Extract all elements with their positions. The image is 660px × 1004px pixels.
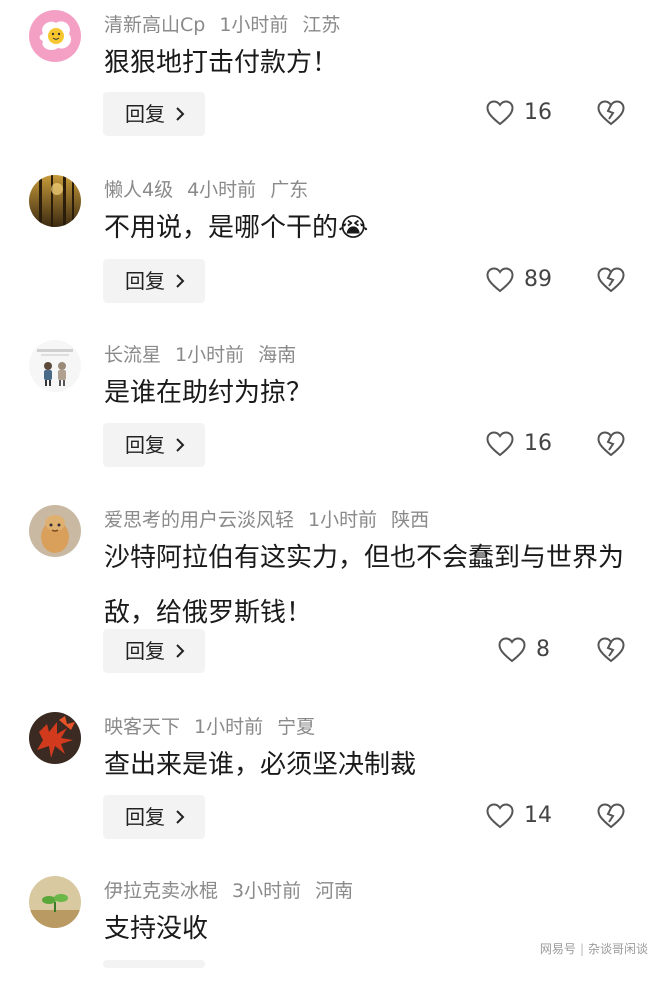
forest-avatar-icon (29, 175, 81, 227)
comment-location: 江苏 (302, 14, 341, 36)
comment-text-content: 不用说，是哪个干的 (104, 213, 339, 243)
comment-actions: 回复 89 (0, 259, 660, 303)
comment-meta: 爱思考的用户云淡风轻 1小时前 陕西 (104, 506, 443, 534)
dislike-button[interactable] (597, 803, 625, 829)
heart-icon (486, 431, 514, 457)
broken-heart-icon (597, 100, 625, 126)
heart-icon (486, 100, 514, 126)
comment-location: 宁夏 (277, 716, 316, 738)
chevron-right-icon (176, 810, 185, 824)
username[interactable]: 长流星 (104, 344, 161, 366)
sprout-avatar-icon (29, 876, 81, 928)
broken-heart-icon (597, 267, 625, 293)
comment-meta: 长流星 1小时前 海南 (104, 341, 310, 369)
watermark-brand: 网易号 (539, 942, 576, 956)
comment-meta: 清新高山Cp 1小时前 江苏 (104, 11, 354, 39)
comment-time: 1小时前 (194, 716, 264, 738)
avatar[interactable] (29, 505, 81, 557)
comment-actions: 回复 14 (0, 795, 660, 839)
watermark-separator: | (579, 942, 584, 956)
reply-button[interactable]: 回复 (103, 423, 205, 467)
comment-actions: 回复 16 (0, 423, 660, 467)
watermark: 网易号 | 杂谈哥闲谈 (540, 940, 648, 957)
avatar[interactable] (29, 175, 81, 227)
dislike-button[interactable] (597, 267, 625, 293)
reply-label: 回复 (125, 102, 165, 126)
username[interactable]: 伊拉克卖冰棍 (104, 880, 218, 902)
fried-egg-avatar-icon (29, 10, 81, 62)
comment-time: 4小时前 (187, 179, 257, 201)
reply-button[interactable]: 回复 (103, 795, 205, 839)
comment-text: 沙特阿拉伯有这实力，但也不会蠢到与世界为敌，给俄罗斯钱！ (104, 543, 625, 628)
heart-icon (486, 803, 514, 829)
like-count: 16 (524, 100, 552, 125)
broken-heart-icon (597, 637, 625, 663)
dislike-button[interactable] (597, 431, 625, 457)
chevron-right-icon (176, 107, 185, 121)
comment-time: 1小时前 (175, 344, 245, 366)
reply-label: 回复 (125, 805, 165, 829)
reply-button[interactable]: 回复 (103, 92, 205, 136)
chevron-right-icon (176, 438, 185, 452)
reply-button[interactable]: 回复 (103, 259, 205, 303)
username[interactable]: 懒人4级 (104, 179, 173, 201)
username[interactable]: 映客天下 (104, 716, 180, 738)
reply-label: 回复 (125, 269, 165, 293)
like-count: 14 (524, 803, 552, 828)
comment-actions: 回复 16 (0, 92, 660, 136)
comment-location: 陕西 (391, 509, 430, 531)
like-count: 16 (524, 431, 552, 456)
comment-text: 是谁在助纣为掠？ (104, 378, 313, 408)
username[interactable]: 爱思考的用户云淡风轻 (104, 509, 294, 531)
avatar[interactable] (29, 340, 81, 392)
chevron-right-icon (176, 644, 185, 658)
comment-text: 查出来是谁，必须坚决制裁 (104, 750, 417, 780)
like-count: 8 (536, 637, 550, 662)
reply-label: 回复 (125, 639, 165, 663)
comment-time: 1小时前 (219, 14, 289, 36)
comment-actions (0, 960, 660, 1004)
username[interactable]: 清新高山Cp (104, 14, 205, 36)
comment-time: 3小时前 (232, 880, 302, 902)
dislike-button[interactable] (597, 100, 625, 126)
comment-meta: 伊拉克卖冰棍 3小时前 河南 (104, 877, 367, 905)
reply-label: 回复 (125, 433, 165, 457)
dislike-button[interactable] (597, 637, 625, 663)
reply-button[interactable] (103, 960, 205, 968)
comment-time: 1小时前 (308, 509, 378, 531)
comment-text: 狠狠地打击付款方！ (104, 48, 339, 78)
cartoon-face-avatar-icon (29, 505, 81, 557)
crying-laughing-emoji: 😭 (338, 213, 369, 243)
broken-heart-icon (597, 803, 625, 829)
like-count: 89 (524, 267, 552, 292)
avatar[interactable] (29, 10, 81, 62)
comment-location: 海南 (258, 344, 297, 366)
comment-text: 不用说，是哪个干的😭 (104, 209, 644, 247)
comment-location: 广东 (270, 179, 309, 201)
comment-meta: 映客天下 1小时前 宁夏 (104, 713, 329, 741)
heart-icon (486, 267, 514, 293)
comment-location: 河南 (315, 880, 354, 902)
avatar[interactable] (29, 712, 81, 764)
chevron-right-icon (176, 274, 185, 288)
reply-button[interactable]: 回复 (103, 629, 205, 673)
comment-actions: 回复 8 (0, 629, 660, 673)
comment-meta: 懒人4级 4小时前 广东 (104, 176, 322, 204)
couple-illustration-avatar-icon (29, 340, 81, 392)
red-maple-avatar-icon (29, 712, 81, 764)
watermark-account: 杂谈哥闲谈 (587, 942, 648, 956)
heart-icon (498, 637, 526, 663)
broken-heart-icon (597, 431, 625, 457)
avatar[interactable] (29, 876, 81, 928)
